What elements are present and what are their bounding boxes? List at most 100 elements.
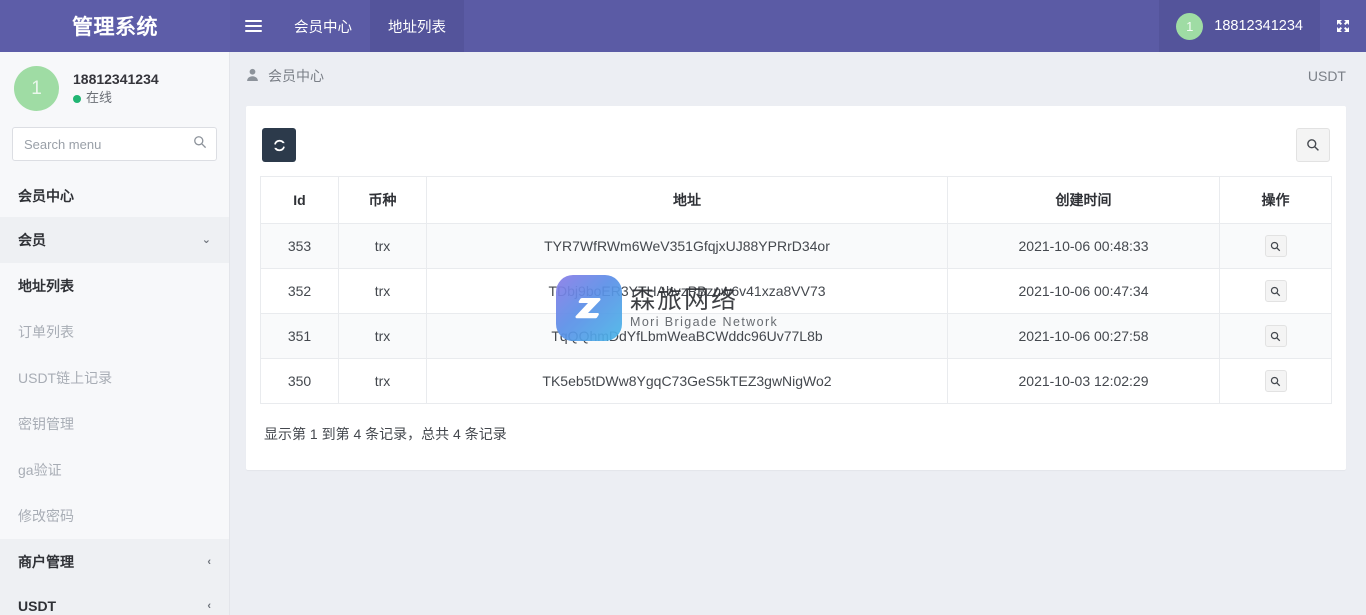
cell-address: TK5eb5tDWw8YgqC73GeS5kTEZ3gwNigWo2 (426, 358, 948, 404)
user-icon (246, 68, 259, 85)
sidebar-user-name: 18812341234 (73, 70, 159, 87)
fullscreen-expand-icon (1337, 20, 1349, 32)
sidebar-item-key-management-label: 密钥管理 (18, 416, 74, 432)
chevron-down-icon: ⌄ (201, 233, 211, 246)
cell-coin: trx (338, 268, 427, 314)
top-navbar: 管理系统 会员中心 地址列表 1 18812341234 (0, 0, 1366, 52)
sidebar-avatar: 1 (14, 66, 59, 111)
sidebar-group-member-label: 会员 (18, 232, 46, 248)
refresh-button[interactable] (262, 128, 296, 162)
row-view-button[interactable] (1264, 370, 1287, 392)
breadcrumb-label: 会员中心 (268, 68, 324, 84)
refresh-icon (273, 139, 285, 151)
cell-coin: trx (338, 358, 427, 404)
cell-coin: trx (338, 313, 427, 359)
cell-address: TDbj9boER3YTHAbvzPBznw6v41xza8VV73 (426, 268, 948, 314)
navbar-user-name: 18812341234 (1214, 18, 1303, 34)
address-table: Id 币种 地址 创建时间 操作 353 trx TYR7WfRWm6WeV35… (260, 176, 1332, 404)
cell-id: 350 (260, 358, 339, 404)
nav-item-address-list[interactable]: 地址列表 (370, 0, 464, 52)
column-header-operation: 操作 (1219, 176, 1332, 224)
nav-item-member-center[interactable]: 会员中心 (276, 0, 370, 52)
hamburger-icon (244, 17, 262, 35)
cell-id: 353 (260, 223, 339, 269)
search-icon (1270, 331, 1281, 341)
brand-title: 管理系统 (0, 0, 230, 52)
sidebar-item-ga-verification-label: ga验证 (18, 462, 62, 478)
avatar: 1 (1176, 12, 1204, 40)
cell-operation (1219, 223, 1332, 269)
table-record-info: 显示第 1 到第 4 条记录，总共 4 条记录 (264, 426, 507, 442)
row-view-button[interactable] (1264, 280, 1287, 302)
sidebar-item-order-list-label: 订单列表 (18, 324, 74, 340)
search-icon (1270, 376, 1281, 386)
sidebar-section-title: 会员中心 (18, 188, 74, 204)
sidebar-item-change-password[interactable]: 修改密码 (0, 493, 229, 539)
sidebar-item-usdt-chain-records[interactable]: USDT链上记录 (0, 355, 229, 401)
sidebar-item-usdt-chain-records-label: USDT链上记录 (18, 370, 113, 386)
cell-address: TYR7WfRWm6WeV351GfqjxUJ88YPRrD34or (426, 223, 948, 269)
navbar-left-items: 会员中心 地址列表 (230, 0, 464, 52)
column-header-coin: 币种 (338, 176, 427, 224)
sidebar-toggle-button[interactable] (230, 0, 276, 52)
sidebar-group-usdt-label: USDT (18, 598, 57, 614)
cell-operation (1219, 268, 1332, 314)
row-view-button[interactable] (1264, 235, 1287, 257)
search-input[interactable] (12, 127, 217, 161)
sidebar-search-wrapper (0, 123, 229, 175)
cell-id: 351 (260, 313, 339, 359)
navbar-user-menu[interactable]: 1 18812341234 (1159, 0, 1320, 52)
sidebar-item-key-management[interactable]: 密钥管理 (0, 401, 229, 447)
breadcrumb: 会员中心 (246, 66, 324, 86)
table-panel: Id 币种 地址 创建时间 操作 353 trx TYR7WfRWm6WeV35… (246, 106, 1346, 470)
navbar-right-items: 1 18812341234 (1159, 0, 1366, 52)
cell-address: TqQQhmDdYfLbmWeaBCWddc96Uv77L8b (426, 313, 948, 359)
sidebar-user-status: 在线 (73, 89, 159, 108)
column-header-address: 地址 (426, 176, 948, 224)
search-icon (1270, 286, 1281, 296)
row-view-button[interactable] (1264, 325, 1287, 347)
cell-operation (1219, 313, 1332, 359)
sidebar-user-panel: 1 18812341234 在线 (0, 52, 229, 123)
table-toolbar (260, 122, 1332, 176)
sidebar-group-merchant-management-label: 商户管理 (18, 554, 74, 570)
sidebar-item-order-list[interactable]: 订单列表 (0, 309, 229, 355)
cell-created-time: 2021-10-06 00:47:34 (947, 268, 1220, 314)
table-body: 353 trx TYR7WfRWm6WeV351GfqjxUJ88YPRrD34… (260, 223, 1332, 404)
sidebar: 1 18812341234 在线 会员中心 会员 ⌄ (0, 52, 230, 615)
sidebar-menu: 会员中心 会员 ⌄ 地址列表 订单列表 USDT链上记录 密钥管理 ga验证 修… (0, 175, 229, 615)
table-row: 353 trx TYR7WfRWm6WeV351GfqjxUJ88YPRrD34… (260, 223, 1332, 269)
column-header-created-time: 创建时间 (947, 176, 1220, 224)
sidebar-user-info: 18812341234 在线 (73, 69, 159, 108)
table-row: 351 trx TqQQhmDdYfLbmWeaBCWddc96Uv77L8b … (260, 313, 1332, 359)
cell-created-time: 2021-10-06 00:48:33 (947, 223, 1220, 269)
cell-created-time: 2021-10-06 00:27:58 (947, 313, 1220, 359)
sidebar-user-status-label: 在线 (86, 90, 113, 106)
online-status-dot-icon (73, 94, 81, 103)
table-head: Id 币种 地址 创建时间 操作 (260, 176, 1332, 224)
sidebar-item-ga-verification[interactable]: ga验证 (0, 447, 229, 493)
table-row: 352 trx TDbj9boER3YTHAbvzPBznw6v41xza8VV… (260, 268, 1332, 314)
cell-created-time: 2021-10-03 12:02:29 (947, 358, 1220, 404)
cell-operation (1219, 358, 1332, 404)
content-header: 会员中心 USDT (230, 52, 1366, 100)
table-search-button[interactable] (1296, 128, 1330, 162)
fullscreen-expand-button[interactable] (1320, 0, 1366, 52)
breadcrumb-right-label: USDT (1307, 68, 1346, 84)
column-header-id: Id (260, 176, 339, 224)
main-content: 会员中心 USDT Id 币种 地址 创建时间 操作 353 trx TYR7W… (230, 52, 1366, 615)
cell-coin: trx (338, 223, 427, 269)
chevron-left-icon: ‹ (207, 555, 211, 568)
sidebar-group-member[interactable]: 会员 ⌄ (0, 217, 229, 263)
table-row: 350 trx TK5eb5tDWw8YgqC73GeS5kTEZ3gwNigW… (260, 358, 1332, 404)
search-icon (1270, 241, 1281, 251)
sidebar-item-address-list-label: 地址列表 (18, 278, 74, 294)
sidebar-item-change-password-label: 修改密码 (18, 508, 74, 524)
sidebar-group-merchant-management[interactable]: 商户管理 ‹ (0, 539, 229, 585)
table-header-row: Id 币种 地址 创建时间 操作 (260, 176, 1332, 224)
chevron-left-icon: ‹ (207, 599, 211, 612)
cell-id: 352 (260, 268, 339, 314)
sidebar-item-address-list[interactable]: 地址列表 (0, 263, 229, 309)
sidebar-group-usdt[interactable]: USDT ‹ (0, 585, 229, 615)
app-root: 管理系统 会员中心 地址列表 1 18812341234 1 188123412… (0, 0, 1366, 615)
